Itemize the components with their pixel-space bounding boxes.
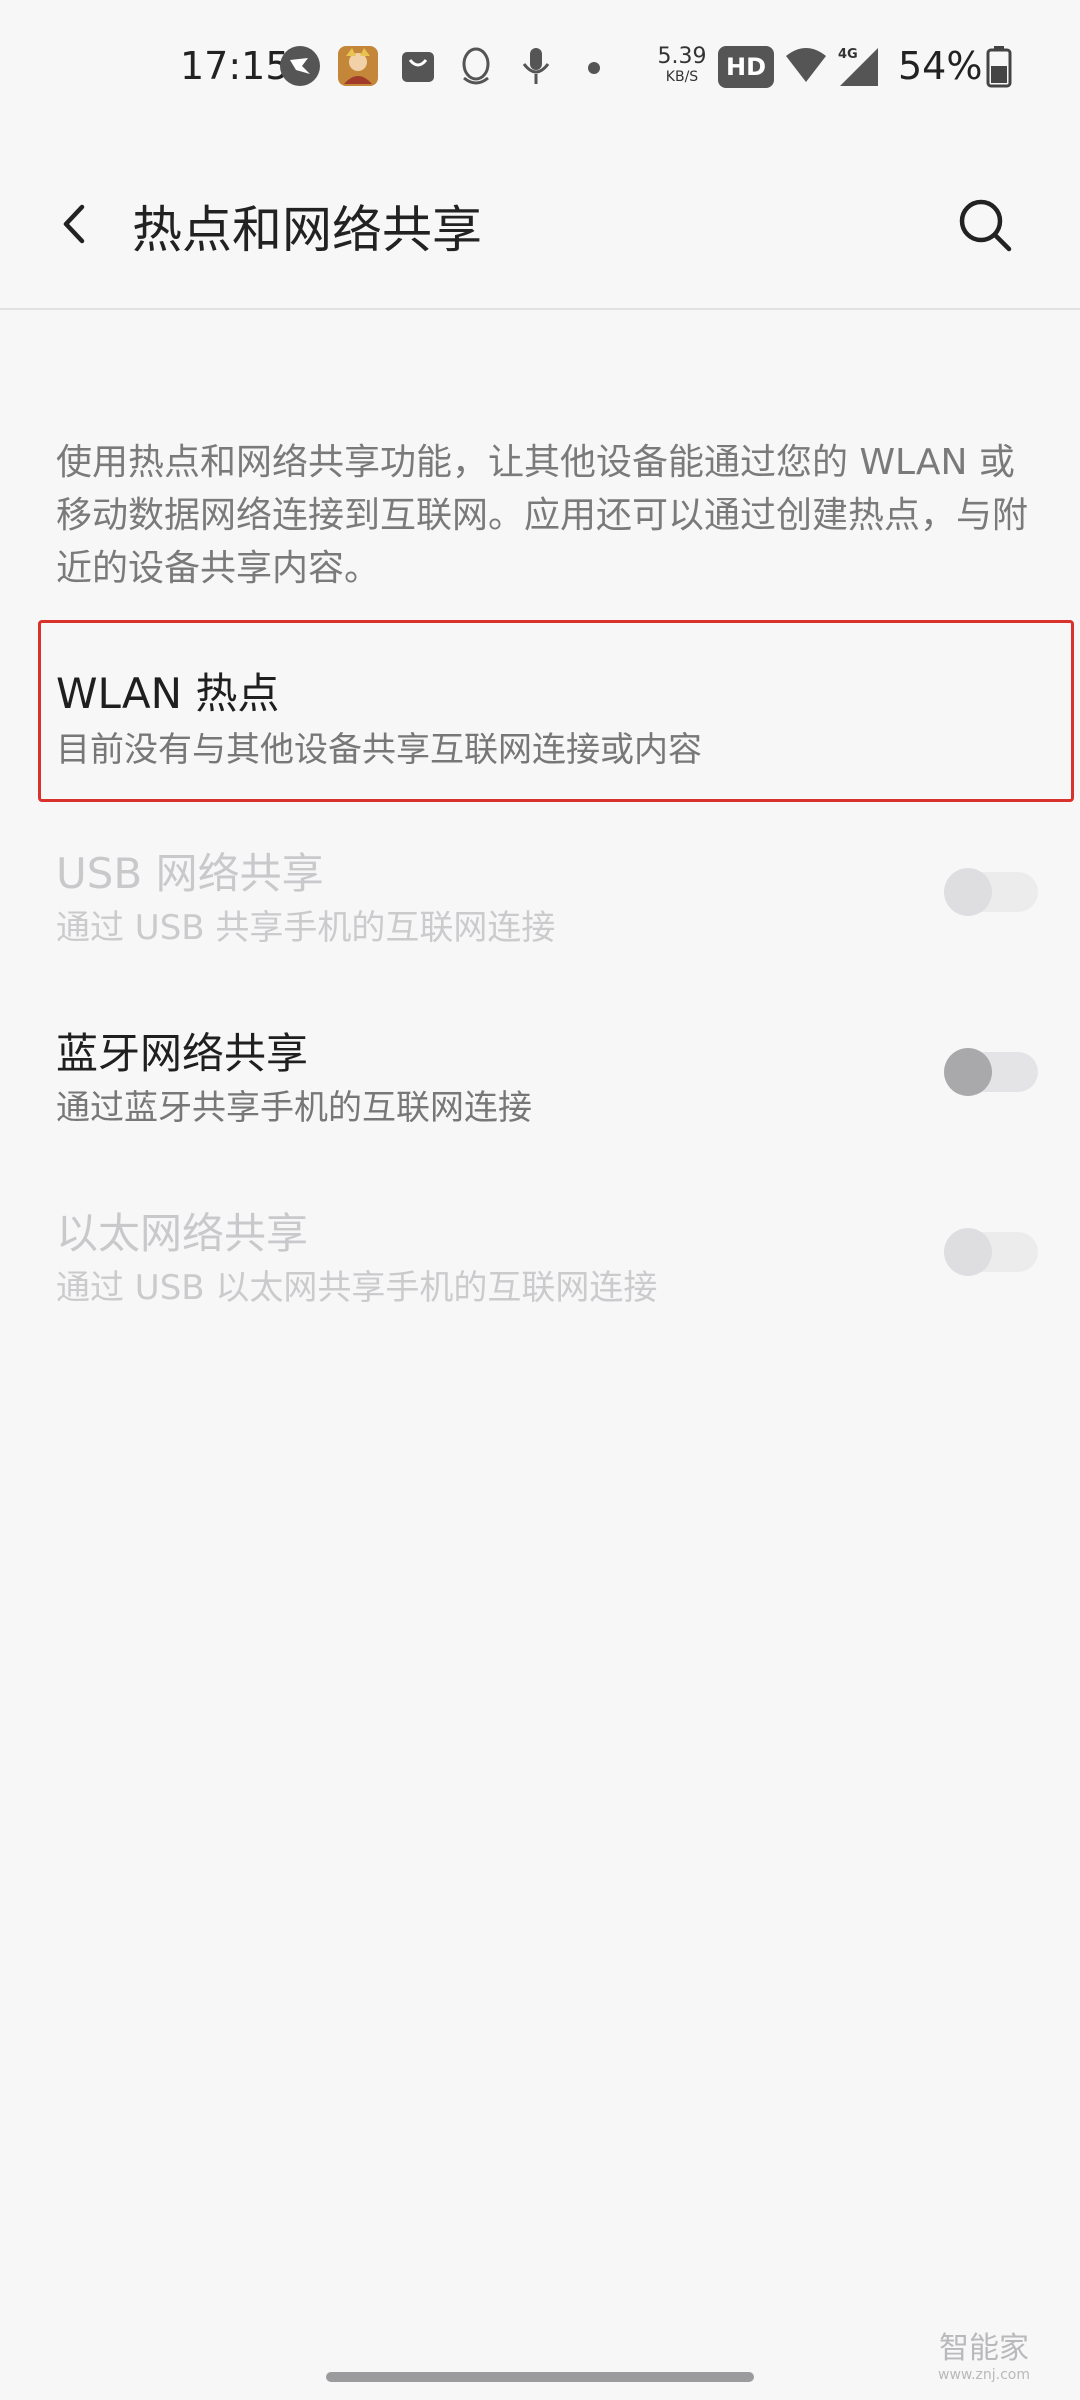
- page-title: 热点和网络共享: [132, 201, 482, 259]
- bluetooth-tethering-item[interactable]: 蓝牙网络共享 通过蓝牙共享手机的互联网连接: [0, 1000, 1080, 1150]
- shopping-bag-icon: [396, 44, 440, 88]
- bluetooth-tethering-title: 蓝牙网络共享: [56, 1029, 309, 1078]
- usb-tethering-title: USB 网络共享: [56, 849, 324, 898]
- wifi-icon: [784, 44, 828, 88]
- ethernet-tethering-title: 以太网络共享: [56, 1209, 309, 1258]
- bird-app-icon: [278, 44, 322, 88]
- notification-dot: [588, 62, 600, 74]
- hotspot-settings-screen: 17:15 5.39 KB/S HD 4G 54% 热点和网络共享 使用热点和网…: [0, 0, 1080, 2400]
- hd-badge: HD: [718, 46, 774, 88]
- battery-icon: [984, 44, 1014, 88]
- wlan-hotspot-title: WLAN 热点: [56, 669, 280, 718]
- svg-text:4G: 4G: [838, 47, 858, 62]
- back-button[interactable]: [44, 194, 104, 254]
- watermark: 智能家 www.znj.com: [938, 2331, 1030, 2383]
- microphone-icon: [514, 44, 558, 88]
- usb-tethering-subtitle: 通过 USB 共享手机的互联网连接: [56, 908, 556, 948]
- bluetooth-tethering-subtitle: 通过蓝牙共享手机的互联网连接: [56, 1088, 532, 1128]
- cellular-signal-icon: 4G: [836, 44, 882, 88]
- back-arrow-icon: [63, 204, 85, 244]
- feature-description: 使用热点和网络共享功能，让其他设备能通过您的 WLAN 或移动数据网络连接到互联…: [56, 442, 1029, 589]
- app-bar: 热点和网络共享: [0, 140, 1080, 310]
- ethernet-tethering-toggle: [944, 1226, 1040, 1276]
- search-button[interactable]: [950, 190, 1020, 260]
- bluetooth-tethering-toggle[interactable]: [944, 1046, 1040, 1096]
- gesture-nav-handle[interactable]: [326, 2372, 754, 2382]
- battery-percent: 54%: [898, 44, 983, 88]
- search-icon: [959, 199, 1012, 252]
- usb-tethering-toggle: [944, 866, 1040, 916]
- ethernet-tethering-subtitle: 通过 USB 以太网共享手机的互联网连接: [56, 1268, 658, 1308]
- qq-icon: [454, 44, 498, 88]
- network-speed: 5.39 KB/S: [657, 44, 707, 85]
- status-bar: 17:15 5.39 KB/S HD 4G 54%: [0, 0, 1080, 140]
- app-bar-divider: [0, 308, 1080, 310]
- game-avatar-icon: [336, 44, 380, 88]
- usb-tethering-item: USB 网络共享 通过 USB 共享手机的互联网连接: [0, 820, 1080, 970]
- wlan-hotspot-subtitle: 目前没有与其他设备共享互联网连接或内容: [56, 730, 702, 770]
- ethernet-tethering-item: 以太网络共享 通过 USB 以太网共享手机的互联网连接: [0, 1180, 1080, 1330]
- status-time: 17:15: [180, 44, 290, 88]
- wlan-hotspot-item[interactable]: WLAN 热点 目前没有与其他设备共享互联网连接或内容: [0, 620, 1080, 802]
